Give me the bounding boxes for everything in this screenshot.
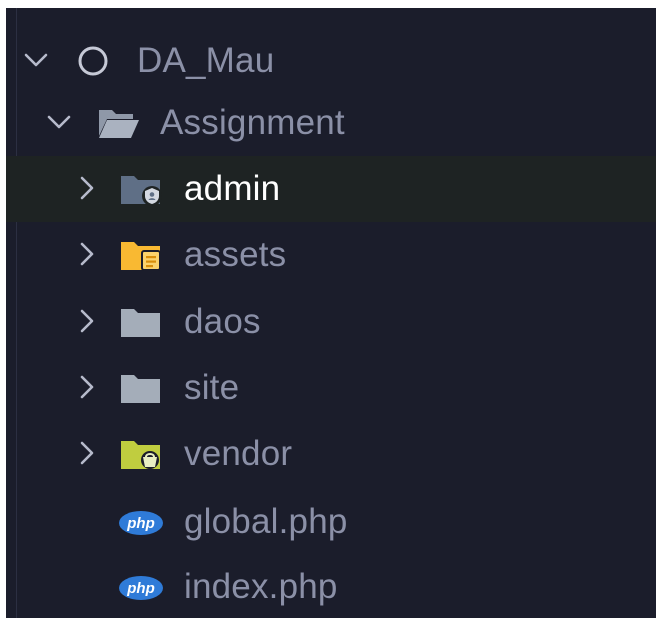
tree-item-root[interactable]: DA_Mau (6, 28, 656, 94)
tree-item-label: daos (184, 302, 261, 341)
tree-item-label: Assignment (160, 103, 345, 142)
folder-assets-icon (120, 222, 164, 288)
php-badge-text: php (126, 515, 155, 532)
folder-icon (120, 355, 164, 421)
tree-item-label: global.php (184, 502, 348, 541)
chevron-right-icon[interactable] (73, 222, 103, 288)
tree-item-index-php[interactable]: php index.php (6, 554, 656, 618)
tree-item-global-php[interactable]: php global.php (6, 489, 656, 555)
tree-item-daos[interactable]: daos (6, 289, 656, 355)
php-file-icon: php (118, 489, 163, 555)
circle-outline-icon (76, 28, 120, 94)
chevron-right-icon[interactable] (73, 156, 103, 222)
chevron-right-icon[interactable] (73, 421, 103, 487)
tree-item-label: DA_Mau (137, 41, 275, 80)
file-explorer-tree: DA_Mau Assignment admin assets daos site… (6, 8, 656, 618)
tree-item-vendor[interactable]: vendor (6, 421, 656, 487)
folder-icon (120, 289, 164, 355)
chevron-right-icon[interactable] (73, 289, 103, 355)
chevron-down-icon[interactable] (45, 90, 75, 156)
tree-item-label: admin (184, 169, 281, 208)
php-badge-text: php (126, 580, 155, 597)
tree-item-assets[interactable]: assets (6, 222, 656, 288)
tree-item-label: assets (184, 235, 287, 274)
tree-item-assignment[interactable]: Assignment (6, 90, 656, 156)
folder-admin-icon (120, 156, 164, 222)
chevron-down-icon[interactable] (22, 28, 52, 94)
tree-item-label: vendor (184, 434, 293, 473)
folder-vendor-icon (120, 421, 164, 487)
tree-item-admin[interactable]: admin (6, 156, 656, 222)
tree-item-label: index.php (184, 567, 338, 606)
tree-item-site[interactable]: site (6, 355, 656, 421)
tree-item-label: site (184, 368, 240, 407)
chevron-right-icon[interactable] (73, 355, 103, 421)
folder-open-icon (97, 90, 141, 156)
php-file-icon: php (118, 554, 163, 618)
